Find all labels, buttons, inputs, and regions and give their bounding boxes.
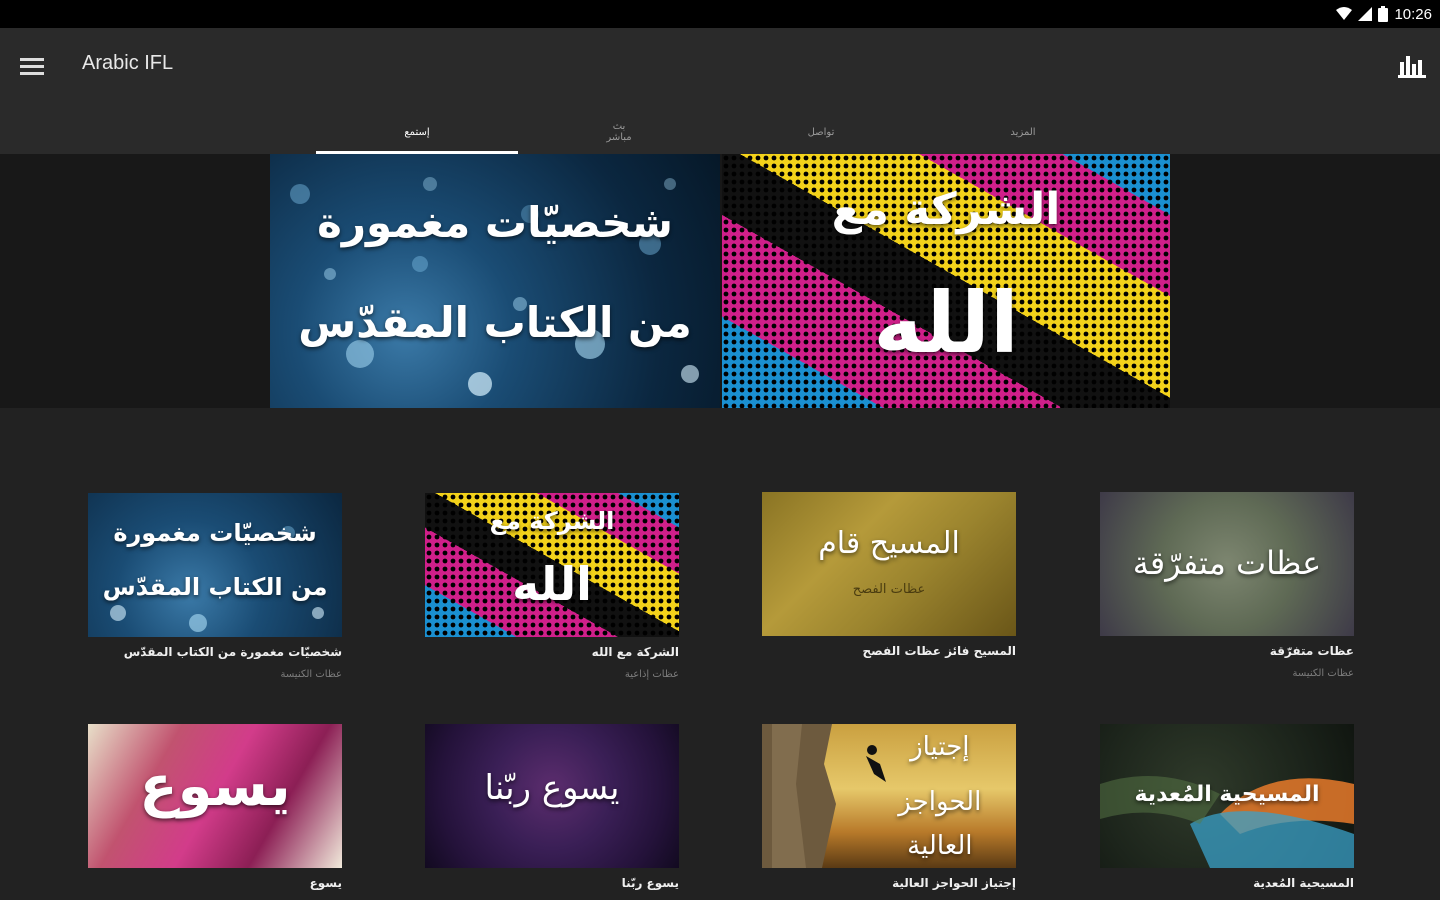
hero-banner-fellowship[interactable]: الشركة مع الله	[722, 154, 1170, 408]
card-art-line2: الله	[512, 557, 592, 611]
hero-banner-characters[interactable]: شخصيّات مغمورة من الكتاب المقدّس	[270, 154, 720, 408]
app-bar: Arabic IFL إستمع بث مباشر تواصل المزيد	[0, 28, 1440, 154]
card-thumbnail: إجتياز الحواجز العالية	[762, 724, 1016, 868]
card-thumbnail: عظات متفرّقة	[1100, 492, 1354, 636]
card-title: المسيح فائز عظات الفصح	[862, 644, 1016, 658]
card-subtitle: عظات الكنيسة	[1292, 668, 1354, 679]
card-miscellaneous[interactable]: عظات متفرّقة عظات متفرّقة عظات الكنيسة	[1100, 492, 1354, 680]
card-subtitle	[762, 668, 1016, 680]
card-thumbnail: الشركة مع الله	[425, 493, 679, 637]
card-art-line1: يسوع	[139, 754, 291, 819]
tab-bar: إستمع بث مباشر تواصل المزيد	[316, 110, 1124, 154]
menu-button[interactable]	[14, 48, 50, 84]
card-title: يسوع	[309, 876, 342, 890]
status-time: 10:26	[1394, 5, 1432, 23]
card-thumbnail: المسيح قام عظات الفصح	[762, 492, 1016, 636]
card-title: شخصيّات مغمورة من الكتاب المقدّس	[123, 645, 342, 659]
card-thumbnail: المسيحية المُعدية	[1100, 724, 1354, 868]
bokeh-background	[110, 526, 324, 632]
card-art-line1: المسيحية المُعدية	[1134, 782, 1320, 807]
card-fellowship[interactable]: الشركة مع الله الشركة مع الله عظات إذاعي…	[425, 493, 679, 681]
wifi-icon	[1336, 7, 1353, 20]
signal-icon	[1358, 7, 1373, 21]
card-jesus[interactable]: يسوع يسوع	[88, 724, 342, 900]
status-icons: 10:26	[1336, 4, 1432, 24]
card-jesus-our-lord[interactable]: يسوع ربّنا يسوع ربّنا	[425, 724, 679, 900]
card-art-line2: عظات الفصح	[852, 582, 926, 597]
card-art-line1: إجتياز	[910, 732, 970, 762]
card-art-line2: الحواجز العالية	[898, 787, 982, 861]
status-bar: 10:26	[0, 0, 1440, 28]
card-art-line1: شخصيّات مغمورة	[113, 519, 317, 547]
card-art-line1: يسوع ربّنا	[484, 768, 620, 808]
card-art-line1: عظات متفرّقة	[1132, 544, 1322, 582]
tab-listen[interactable]: إستمع	[316, 110, 518, 154]
stats-button[interactable]	[1394, 48, 1430, 84]
card-art-line2: من الكتاب المقدّس	[102, 573, 328, 601]
hero-banner-line1: الشركة مع	[831, 184, 1061, 235]
hero-banner-line2: الله	[873, 274, 1019, 372]
card-title: المسيحية المُعدية	[1253, 876, 1354, 890]
card-thumbnail: شخصيّات مغمورة من الكتاب المقدّس	[88, 493, 342, 637]
card-high-barriers[interactable]: إجتياز الحواجز العالية إجتياز الحواجز ال…	[762, 724, 1016, 900]
card-title: إجتياز الحواجز العالية	[892, 876, 1016, 890]
app-title: Arabic IFL	[82, 52, 174, 74]
card-contagious-christianity[interactable]: المسيحية المُعدية المسيحية المُعدية	[1100, 724, 1354, 900]
card-christ-risen[interactable]: المسيح قام عظات الفصح المسيح فائز عظات ا…	[762, 492, 1016, 680]
card-characters[interactable]: شخصيّات مغمورة من الكتاب المقدّس شخصيّات…	[88, 493, 342, 681]
card-subtitle: عظات إذاعية	[624, 669, 679, 680]
bokeh-background	[290, 177, 699, 396]
card-art-line1: المسيح قام	[818, 526, 960, 561]
battery-icon	[1378, 6, 1389, 22]
card-subtitle: عظات الكنيسة	[280, 669, 342, 680]
card-title: عظات متفرّقة	[1269, 644, 1354, 658]
card-art-line1: الشركة مع	[489, 507, 615, 535]
hero-band	[0, 154, 1440, 408]
hero-banner-line1: شخصيّات مغمورة	[317, 198, 673, 247]
card-thumbnail: يسوع ربّنا	[425, 724, 679, 868]
card-thumbnail: يسوع	[88, 724, 342, 868]
card-title: الشركة مع الله	[591, 645, 679, 659]
tab-more[interactable]: المزيد	[922, 110, 1124, 154]
bar-chart-icon	[1398, 56, 1426, 78]
hero-banner-line2: من الكتاب المقدّس	[298, 298, 692, 347]
hamburger-icon	[20, 58, 44, 75]
tab-connect[interactable]: تواصل	[720, 110, 922, 154]
tab-live[interactable]: بث مباشر	[518, 110, 720, 154]
card-title: يسوع ربّنا	[621, 876, 679, 890]
